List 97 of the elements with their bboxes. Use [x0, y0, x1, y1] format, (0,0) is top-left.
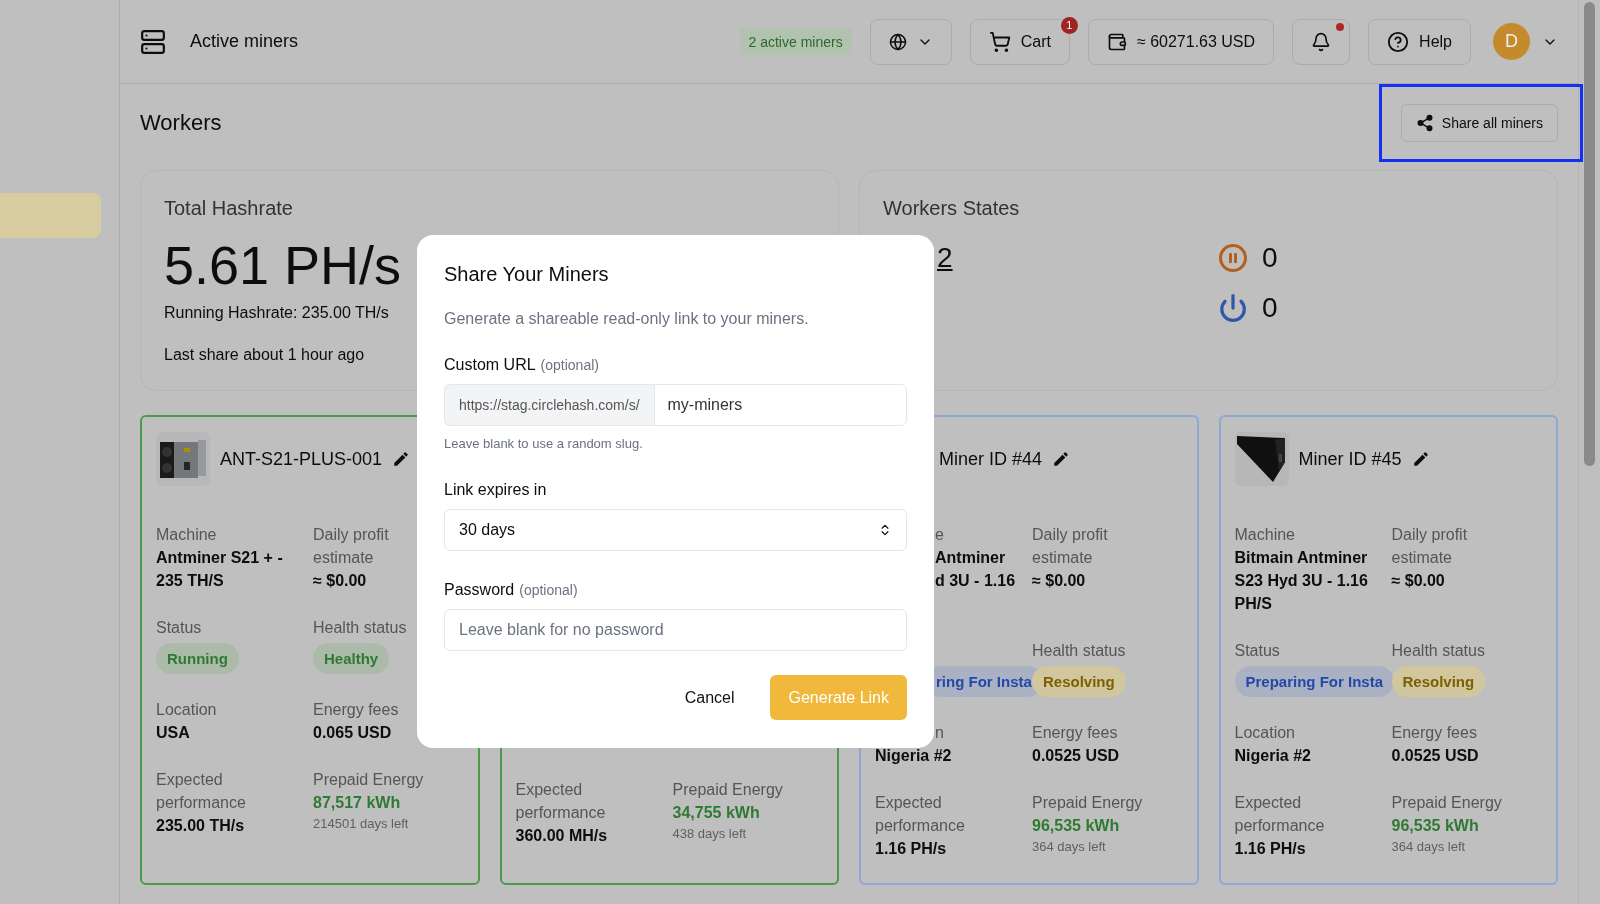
- notifications-button[interactable]: [1292, 18, 1351, 65]
- optional-hint: (optional): [540, 357, 599, 373]
- field-value: Antminer d 3U - 1.16: [935, 548, 1016, 591]
- field-value: USA: [156, 723, 190, 743]
- wallet-icon: [1106, 31, 1127, 52]
- last-share-text: Last share about 1 hour ago: [164, 346, 365, 364]
- status-tag: Resolving: [1032, 666, 1126, 697]
- field-label: Prepaid Energy: [313, 770, 424, 790]
- field-label: Daily profit estimate: [1391, 525, 1469, 568]
- server-icon: [140, 28, 166, 55]
- running-hashrate: Running Hashrate: 235.00 TH/s: [164, 304, 389, 322]
- state-count[interactable]: 2: [937, 242, 953, 274]
- field-value: 0.0525 USD: [1032, 746, 1120, 766]
- field-value: Antminer S21 + - 235 TH/S: [156, 548, 284, 591]
- field-value: Nigeria #2: [1234, 746, 1311, 766]
- card-title: Workers States: [883, 197, 1021, 220]
- field-value: ≈ $0.00: [313, 571, 367, 591]
- field-label: Status: [1234, 641, 1280, 661]
- field-value: Nigeria #2: [875, 746, 952, 766]
- field-label: n: [935, 723, 944, 743]
- active-miners-badge: 2 active miners: [739, 28, 852, 55]
- status-tag: Healthy: [313, 643, 390, 674]
- help-button[interactable]: Help: [1368, 18, 1471, 65]
- globe-icon: [888, 32, 907, 51]
- field-label: Link expires in: [444, 481, 547, 499]
- field-label: Custom URL: [444, 356, 536, 374]
- field-label: Machine: [1234, 525, 1295, 545]
- field-label: Machine: [156, 525, 217, 545]
- days-left-note: 364 days left: [1391, 838, 1466, 856]
- field-value: 1.16 PH/s: [1234, 839, 1306, 859]
- state-count: 0: [1262, 242, 1278, 274]
- energy-value: 87,517 kWh: [313, 793, 401, 813]
- miner-name: Miner ID #44: [939, 448, 1043, 470]
- password-field[interactable]: Leave blank for no password: [444, 609, 907, 651]
- miner-name: Miner ID #45: [1298, 448, 1402, 470]
- field-label: Expected performance: [156, 770, 247, 813]
- field-label: Daily profit estimate: [313, 525, 390, 568]
- field-label: Health status: [313, 618, 407, 638]
- field-label: Energy fees: [1032, 723, 1118, 743]
- status-tag: Preparing For Insta: [1234, 666, 1395, 697]
- helper-text: Leave blank to use a random slug.: [444, 436, 643, 451]
- field-label: Energy fees: [313, 700, 399, 720]
- section-title: Workers: [140, 110, 222, 136]
- card-title: Total Hashrate: [164, 197, 294, 220]
- expiry-select[interactable]: 30 days: [444, 509, 907, 551]
- bell-icon: [1311, 31, 1332, 52]
- slug-field[interactable]: my-miners: [653, 384, 907, 426]
- field-label: Health status: [1032, 641, 1126, 661]
- field-label: Status: [156, 618, 202, 638]
- days-left-note: 364 days left: [1032, 838, 1106, 856]
- days-left-note: 214501 days left: [313, 815, 409, 833]
- field-value: ≈ $0.00: [1391, 571, 1445, 591]
- status-tag: Resolving: [1391, 666, 1486, 697]
- share-icon: [1415, 114, 1434, 132]
- days-left-note: 438 days left: [672, 825, 747, 843]
- language-button[interactable]: [869, 18, 952, 65]
- share-all-button[interactable]: Share all miners: [1400, 104, 1558, 142]
- hashrate-value: 5.61 PH/s: [164, 238, 402, 292]
- field-label: Expected performance: [875, 793, 966, 836]
- edit-icon[interactable]: [1411, 450, 1430, 468]
- scrollbar-thumb[interactable]: [1584, 2, 1595, 466]
- field-label: Prepaid Energy: [1032, 793, 1143, 813]
- dialog-description: Generate a shareable read-only link to your miners.: [444, 310, 810, 328]
- field-label: e: [935, 525, 944, 545]
- dialog-title: Share Your Miners: [444, 263, 610, 286]
- field-label: Location: [1234, 723, 1295, 743]
- cancel-button[interactable]: Cancel: [674, 680, 745, 715]
- field-label: Expected performance: [1234, 793, 1326, 836]
- field-value: 0.065 USD: [313, 723, 392, 743]
- energy-value: 96,535 kWh: [1391, 816, 1479, 836]
- field-value: 0.0525 USD: [1391, 746, 1479, 766]
- edit-icon[interactable]: [392, 450, 411, 468]
- field-value: 1.16 PH/s: [875, 839, 947, 859]
- field-label: Prepaid Energy: [672, 780, 783, 800]
- edit-icon[interactable]: [1052, 450, 1071, 468]
- field-value: 235.00 TH/s: [156, 816, 245, 836]
- field-label: Prepaid Energy: [1391, 793, 1502, 813]
- field-label: Health status: [1391, 641, 1485, 661]
- page-heading: Active miners: [190, 31, 299, 52]
- field-value: ≈ $0.00: [1032, 571, 1086, 591]
- field-label: Password: [444, 581, 515, 599]
- energy-value: 34,755 kWh: [672, 803, 760, 823]
- url-prefix: https://stag.circlehash.com/s/: [444, 384, 654, 426]
- field-label: Daily profit estimate: [1032, 525, 1109, 568]
- optional-hint: (optional): [519, 582, 578, 598]
- energy-value: 96,535 kWh: [1032, 816, 1120, 836]
- field-label: Location: [156, 700, 217, 720]
- field-label: Energy fees: [1391, 723, 1477, 743]
- cart-icon: [988, 30, 1011, 53]
- field-value: Bitmain Antminer S23 Hyd 3U - 1.16 PH/S: [1234, 548, 1369, 614]
- field-value: 360.00 MH/s: [515, 826, 608, 846]
- balance-button[interactable]: ≈ 60271.63 USD: [1087, 18, 1275, 65]
- state-count: 0: [1262, 292, 1278, 324]
- miner-name: ANT-S21-PLUS-001: [220, 448, 383, 470]
- field-label: Expected performance: [515, 780, 607, 823]
- help-icon: [1387, 30, 1410, 53]
- status-tag: Running: [156, 643, 239, 674]
